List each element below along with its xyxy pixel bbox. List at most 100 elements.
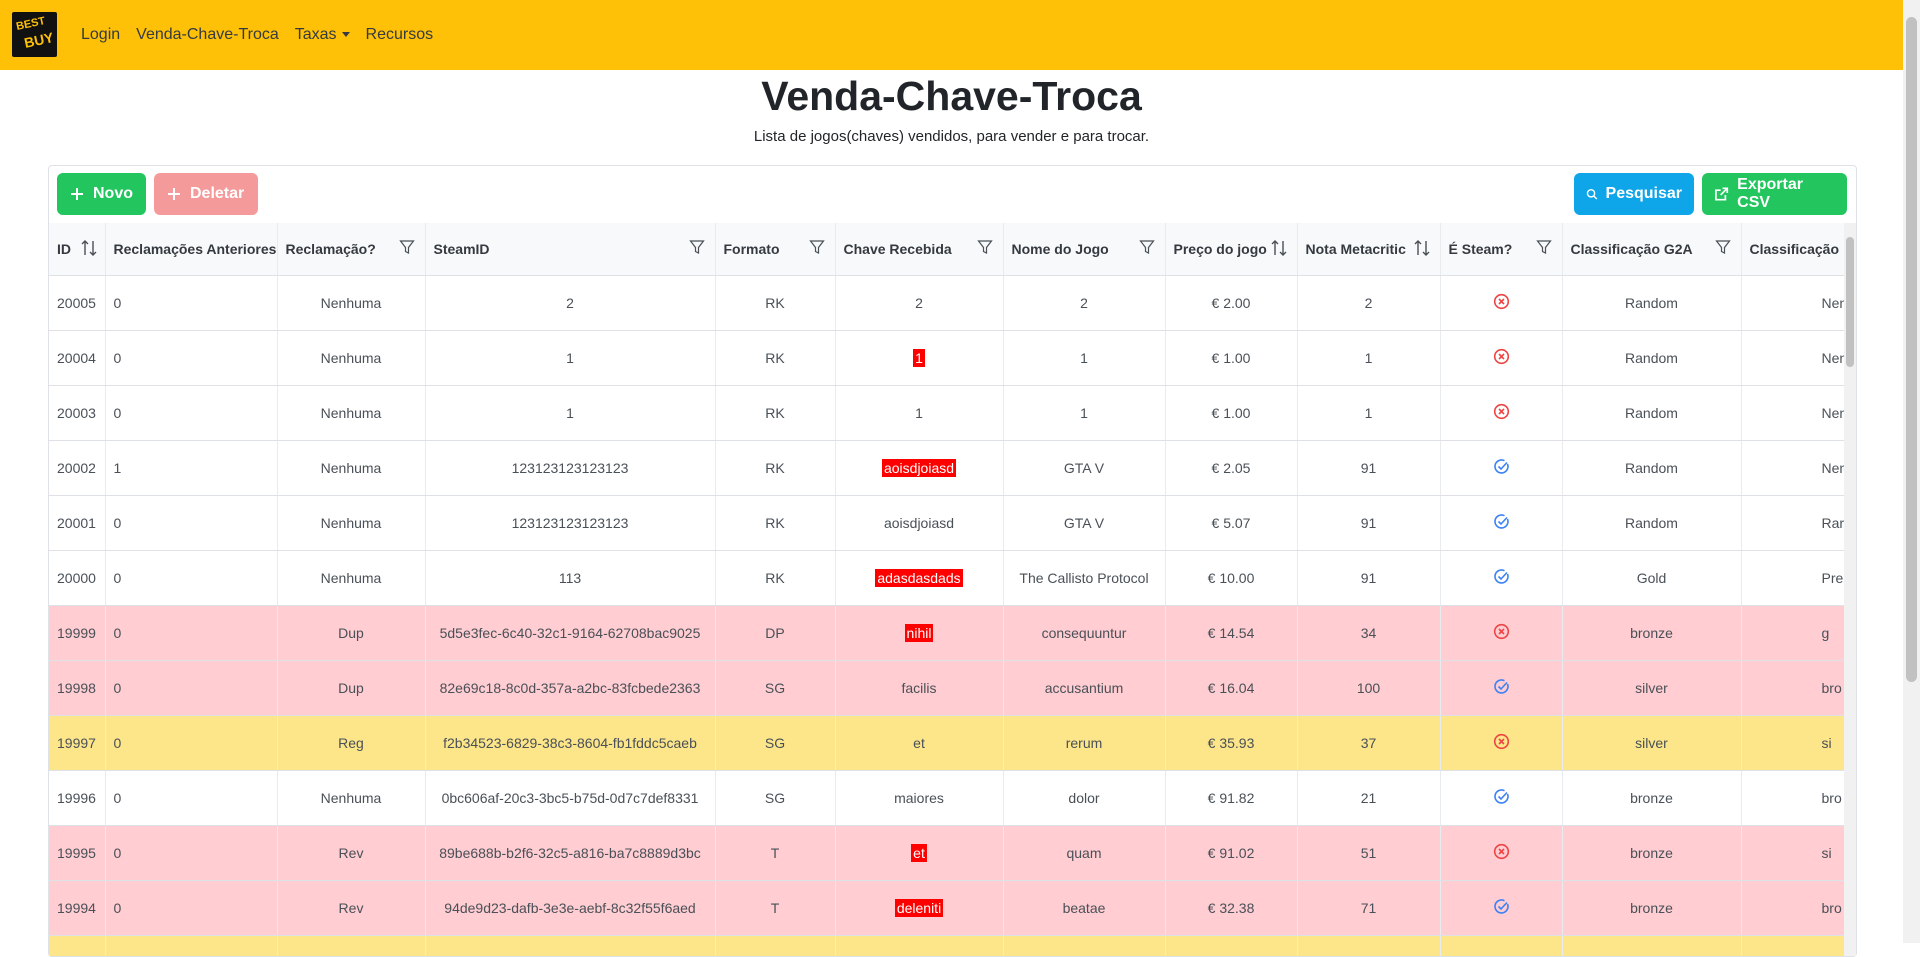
- x-circle-icon: [1493, 843, 1510, 863]
- cell-preco: € 1.00: [1165, 330, 1298, 386]
- cell-classificacao-g2a: bronze: [1562, 605, 1742, 661]
- nav-recursos[interactable]: Recursos: [366, 26, 434, 44]
- cell-preco: € 91.02: [1165, 825, 1298, 881]
- filter-icon[interactable]: [1138, 239, 1155, 258]
- table-row[interactable]: 200030Nenhuma1RK11€ 1.001RandomNen: [49, 385, 1844, 441]
- caret-down-icon: [341, 32, 350, 38]
- exportar-csv-button[interactable]: Exportar CSV: [1702, 173, 1847, 215]
- table-row[interactable]: 19996 0 Nenhuma 0bc606af-20c3-3bc5-b75d-0d7…: [49, 770, 1844, 826]
- table-scrollbar-thumb[interactable]: [1846, 237, 1854, 367]
- cell-classificacao: bro: [1741, 660, 1844, 716]
- cell-preco: € 14.54: [1165, 605, 1298, 661]
- filter-icon[interactable]: [1535, 239, 1552, 258]
- cell-chave-recebida: 1: [835, 385, 1004, 441]
- table-row[interactable]: 20000 0 Nenhuma 113 RK adasdasdads The Callist…: [49, 550, 1844, 606]
- cell-reclamacao: Nenhuma: [277, 275, 426, 331]
- cell-reclamacoes-anteriores: 0: [105, 880, 278, 936]
- column-header[interactable]: SteamID: [425, 223, 716, 276]
- column-header-label: ID: [57, 241, 71, 257]
- nav-taxas-label: Taxas: [294, 26, 337, 43]
- column-header[interactable]: Classificação: [1741, 223, 1844, 276]
- cell-nome-do-jogo: beatae: [1003, 880, 1166, 936]
- cell-classificacao: bro: [1741, 770, 1844, 826]
- nav-venda-chave-troca[interactable]: Venda-Chave-Troca: [136, 26, 279, 44]
- plus-icon: [168, 188, 180, 200]
- cell-classificacao-g2a: silver: [1562, 660, 1742, 716]
- table-row[interactable]: 200050Nenhuma2RK22€ 2.002RandomNen: [49, 275, 1844, 331]
- cell-preco: € 16.04: [1165, 660, 1298, 716]
- cell-reclamacoes-anteriores: 1: [105, 440, 278, 496]
- check-circle-icon: [1493, 789, 1510, 808]
- filter-icon[interactable]: [1714, 239, 1731, 258]
- table-row[interactable]: 20001 0 Nenhuma 123123123123123 RK aoisdjoias…: [49, 495, 1844, 551]
- sort-icon[interactable]: [1414, 239, 1430, 260]
- pesquisar-label: Pesquisar: [1605, 185, 1682, 202]
- cell-nota-metacritic: 51: [1297, 825, 1441, 881]
- table-scrollbar[interactable]: [1844, 223, 1856, 956]
- table-row[interactable]: 19994 0 Rev 94de9d23-dafb-3e3e-aebf-8c32f55…: [49, 880, 1844, 936]
- column-header[interactable]: Nome do Jogo: [1003, 223, 1166, 276]
- cell-reclamacao: Nenhuma: [277, 385, 426, 441]
- deletar-label: Deletar: [190, 185, 245, 202]
- cell-formato: [715, 935, 836, 956]
- check-circle-icon: [1493, 569, 1510, 588]
- cell-classificacao-g2a: bronze: [1562, 880, 1742, 936]
- page-scrollbar[interactable]: [1903, 0, 1920, 943]
- check-circle-icon: [1493, 514, 1510, 533]
- column-header-label: Formato: [723, 241, 780, 257]
- novo-button[interactable]: Novo: [57, 173, 146, 215]
- cell-reclamacoes-anteriores: 0: [105, 660, 278, 716]
- cell-formato: RK: [715, 330, 836, 386]
- table-row[interactable]: 20002 1 Nenhuma 123123123123123 RK aoisdjoias…: [49, 440, 1844, 496]
- filter-icon[interactable]: [976, 239, 993, 258]
- cell-classificacao-g2a: Random: [1562, 440, 1742, 496]
- nav-login[interactable]: Login: [81, 26, 120, 44]
- deletar-button[interactable]: Deletar: [154, 173, 258, 215]
- cell-classificacao-g2a: Random: [1562, 495, 1742, 551]
- column-header[interactable]: Reclamações Anteriores: [105, 223, 278, 276]
- filter-icon[interactable]: [398, 239, 415, 258]
- table-row[interactable]: 19995 0 Rev 89be688b-b2f6-32c5-a816-ba7c888…: [49, 825, 1844, 881]
- table-row[interactable]: [49, 935, 1844, 956]
- table-row[interactable]: 19997 0 Reg f2b34523-6829-38c3-8604-fb1fddc…: [49, 715, 1844, 771]
- cell-reclamacao: Nenhuma: [277, 550, 426, 606]
- table-scroll-area[interactable]: ID Reclamações Anteriores Reclamação? Steam…: [49, 223, 1844, 956]
- cell-classificacao-g2a: Random: [1562, 330, 1742, 386]
- cell-classificacao: Nen: [1741, 275, 1844, 331]
- sort-icon[interactable]: [81, 239, 97, 260]
- page-scrollbar-thumb[interactable]: [1906, 17, 1917, 682]
- cell-preco: € 35.93: [1165, 715, 1298, 771]
- nav-taxas-dropdown[interactable]: Taxas: [295, 26, 350, 44]
- column-header[interactable]: Classificação G2A: [1562, 223, 1742, 276]
- cell-reclamacao: Nenhuma: [277, 495, 426, 551]
- check-circle-icon: [1493, 899, 1510, 918]
- column-header-label: Nome do Jogo: [1011, 241, 1109, 257]
- brand-logo[interactable]: BEST BUY: [12, 12, 57, 57]
- filter-icon[interactable]: [808, 239, 825, 258]
- cell-chave-recebida: [835, 935, 1004, 956]
- table-row[interactable]: 200040Nenhuma1RK11€ 1.001RandomNen: [49, 330, 1844, 386]
- cell-nome-do-jogo: consequuntur: [1003, 605, 1166, 661]
- column-header[interactable]: ID: [49, 223, 106, 276]
- column-header[interactable]: Chave Recebida: [835, 223, 1004, 276]
- check-circle-icon: [1493, 459, 1510, 478]
- cell-e-steam: [1440, 440, 1563, 496]
- sort-icon[interactable]: [1271, 239, 1287, 260]
- cell-nota-metacritic: 2: [1297, 275, 1441, 331]
- column-header[interactable]: Preço do jogo: [1165, 223, 1298, 276]
- pesquisar-button[interactable]: Pesquisar: [1574, 173, 1694, 215]
- column-header[interactable]: Reclamação?: [277, 223, 426, 276]
- table-row[interactable]: 19998 0 Dup 82e69c18-8c0d-357a-a2bc-83fcbed…: [49, 660, 1844, 716]
- cell-preco: € 91.82: [1165, 770, 1298, 826]
- cell-id: [49, 935, 106, 956]
- column-header[interactable]: Nota Metacritic: [1297, 223, 1441, 276]
- table-row[interactable]: 19999 0 Dup 5d5e3fec-6c40-32c1-9164-62708ba…: [49, 605, 1844, 661]
- column-header[interactable]: Formato: [715, 223, 836, 276]
- cell-steamid: 1: [425, 385, 716, 441]
- column-header[interactable]: É Steam?: [1440, 223, 1563, 276]
- x-circle-icon: [1493, 348, 1510, 368]
- column-header-label: É Steam?: [1448, 241, 1513, 257]
- novo-label: Novo: [93, 185, 133, 202]
- cell-formato: SG: [715, 770, 836, 826]
- filter-icon[interactable]: [688, 239, 705, 258]
